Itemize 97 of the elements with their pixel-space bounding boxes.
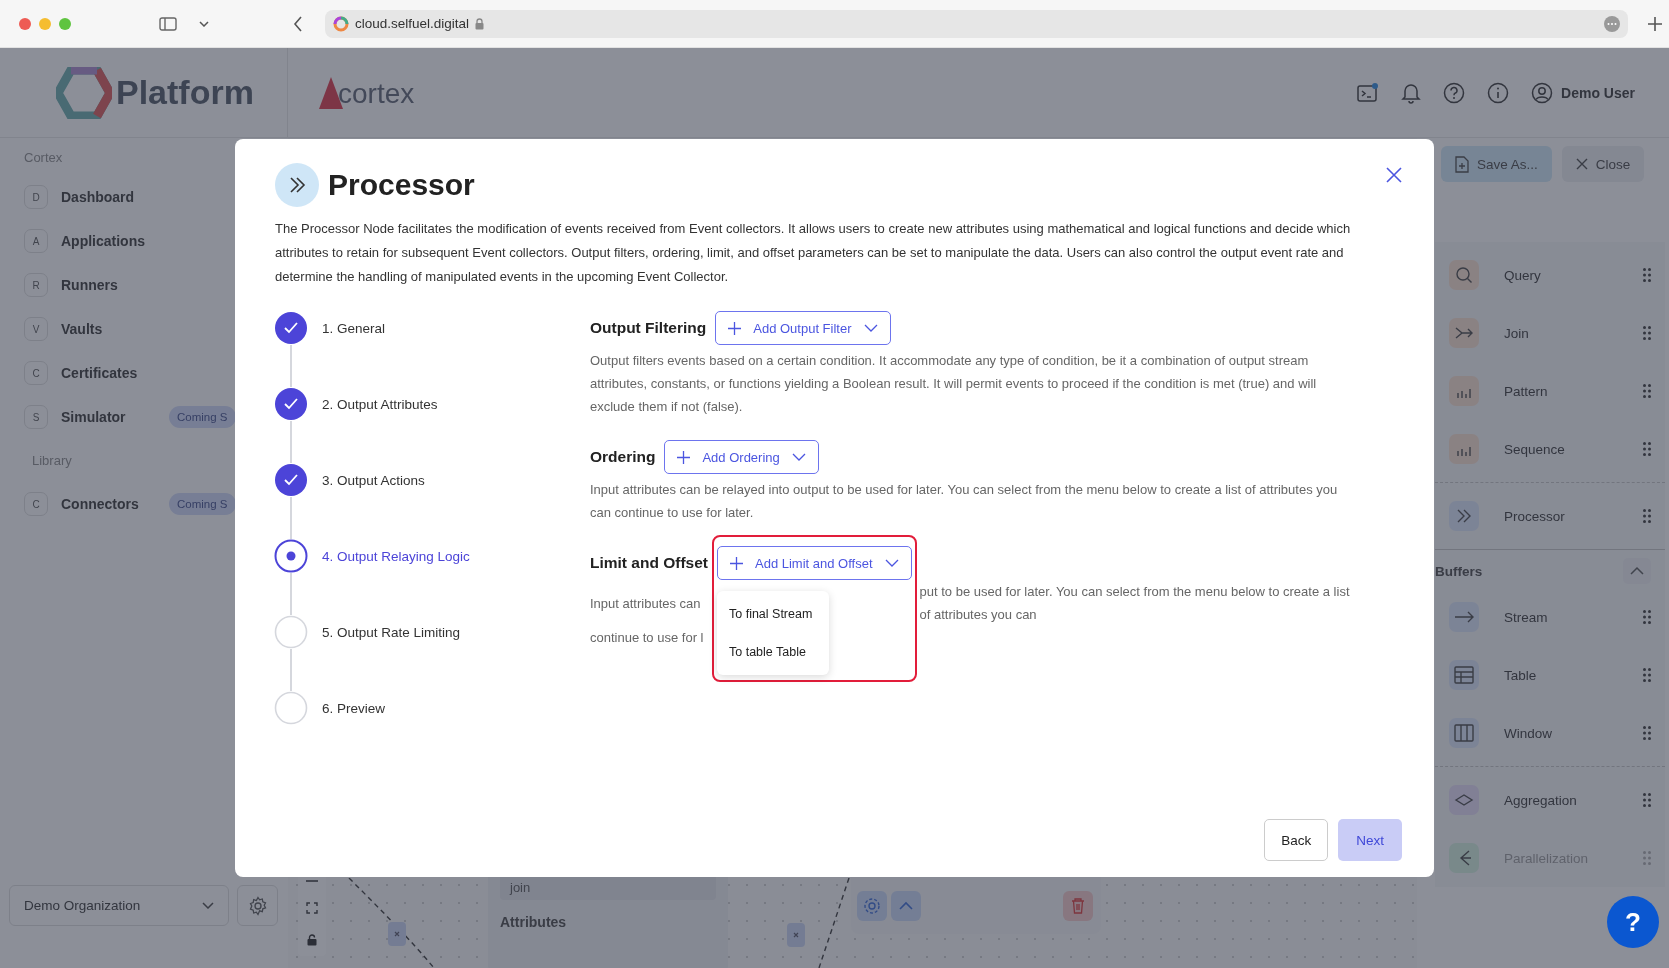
terminal-icon[interactable] [1357, 82, 1380, 103]
section-label: Buffers [1435, 563, 1483, 579]
add-dropdown-button[interactable]: Add Limit and Offset [717, 546, 912, 580]
drag-handle-icon[interactable] [1643, 268, 1651, 282]
new-tab-icon[interactable] [1648, 16, 1662, 31]
drag-handle-icon[interactable] [1643, 726, 1651, 740]
section-title: Output Filtering [590, 319, 707, 337]
add-dropdown-button[interactable]: Add Ordering [664, 440, 819, 474]
file-plus-icon [1455, 155, 1469, 173]
palette-item[interactable]: Table [1435, 646, 1665, 704]
plus-icon [728, 321, 742, 335]
close-icon[interactable] [1386, 167, 1402, 183]
window-controls-icon[interactable] [19, 17, 71, 30]
url-text: cloud.selfuel.digital [355, 16, 470, 31]
step-label[interactable]: 2. Output Attributes [322, 396, 438, 412]
dialog-title: Processor [328, 168, 475, 202]
palette-item[interactable]: Window [1435, 704, 1665, 762]
section-description: Output filters events based on a certain condition. It accommodate any type of condition, be it a combination of output stream attributes, constants, or functions yielding a Boolean result. It will permit events to proceed if the condition is met (true) and will exclude them if not (false). [590, 352, 1318, 416]
footer-button[interactable]: Next [1338, 819, 1402, 861]
palette-item[interactable]: Pattern [1435, 362, 1665, 420]
hexagon-logo-icon [56, 66, 112, 119]
toolbar-button[interactable]: Close [1561, 146, 1645, 182]
user-icon [1531, 81, 1554, 104]
menu-item[interactable]: To final Stream [717, 595, 829, 633]
table-icon [1449, 660, 1479, 690]
section-description: Input attributes can be relayed into output to be used for later. You can select from the menu below to create a list of attributes you can continue to use for later. [590, 481, 1339, 522]
sidebar-item[interactable]: S Simulator Coming S [0, 395, 288, 439]
sidebar-item[interactable]: V Vaults [0, 307, 288, 351]
drag-handle-icon[interactable] [1643, 610, 1651, 624]
add-dropdown-button[interactable]: Add Output Filter [715, 311, 891, 345]
more-icon[interactable] [1604, 15, 1620, 32]
address-bar[interactable]: cloud.selfuel.digital [325, 9, 1628, 38]
sidebar-toggle-icon[interactable] [159, 16, 177, 31]
settings-icon[interactable] [857, 891, 887, 921]
section-description: continue to use for l [590, 629, 705, 647]
menu-item[interactable]: To table Table [717, 633, 829, 671]
chevron-down-icon[interactable] [199, 20, 209, 27]
step-label[interactable]: 6. Preview [322, 700, 386, 716]
chevron-up-icon[interactable] [891, 891, 921, 921]
bell-icon[interactable] [1401, 81, 1422, 104]
pattern-icon [1449, 376, 1479, 406]
sequence-icon [1449, 434, 1479, 464]
drag-handle-icon[interactable] [1643, 509, 1651, 523]
product-name: cortex [338, 77, 415, 110]
section-description: Input attributes can [590, 594, 702, 613]
info-icon[interactable] [1487, 81, 1510, 104]
plus-icon [730, 556, 743, 570]
palette-item[interactable]: Aggregation [1435, 771, 1665, 829]
drag-handle-icon[interactable] [1643, 384, 1651, 398]
window-icon [1449, 718, 1479, 748]
join-icon [1449, 318, 1479, 348]
palette-item[interactable]: Join [1435, 304, 1665, 362]
branch-icon [1449, 843, 1479, 873]
sidebar-item[interactable]: D Dashboard [0, 175, 288, 219]
chevron-down-icon [791, 453, 806, 461]
lock-icon [475, 17, 485, 30]
sidebar-item[interactable]: C Certificates [0, 351, 288, 395]
sidebar-item[interactable]: C Connectors Coming S [0, 482, 288, 526]
organization-dropdown[interactable]: Demo Organization [9, 885, 229, 926]
stream-icon [1449, 602, 1479, 632]
footer-button[interactable]: Back [1264, 819, 1329, 861]
drag-handle-icon[interactable] [1643, 668, 1651, 682]
back-icon[interactable] [293, 15, 303, 32]
section-title: Ordering [590, 448, 656, 466]
logo-text: Platform [116, 73, 254, 112]
step-label[interactable]: 5. Output Rate Limiting [322, 624, 461, 640]
processor-icon [1449, 501, 1479, 531]
help-icon[interactable] [1443, 81, 1466, 104]
chevron-down-icon [202, 902, 214, 909]
plus-icon [677, 450, 691, 464]
step-label[interactable]: 4. Output Relaying Logic [322, 548, 470, 564]
palette-item[interactable]: Stream [1435, 588, 1665, 646]
fullscreen-icon[interactable] [306, 902, 318, 914]
user-menu[interactable]: Demo User [1531, 81, 1635, 104]
lock-icon[interactable] [307, 934, 317, 946]
site-icon [333, 15, 349, 32]
step-label[interactable]: 3. Output Actions [322, 472, 425, 488]
settings-icon [247, 895, 268, 916]
attributes-label: Attributes [500, 914, 568, 930]
drag-handle-icon[interactable] [1643, 326, 1651, 340]
palette-item[interactable]: Processor [1435, 487, 1665, 545]
section-title: Limit and Offset [590, 554, 708, 572]
chevron-down-icon [863, 324, 878, 332]
chevron-down-icon [884, 559, 899, 567]
settings-button[interactable] [237, 885, 278, 926]
trash-icon[interactable] [1063, 891, 1093, 921]
drag-handle-icon[interactable] [1643, 793, 1651, 807]
toolbar-button[interactable]: Save As... [1441, 146, 1552, 182]
section-description: put to be used for later. You can select from the menu below to create a list of attributes you can [918, 583, 1351, 624]
double-chevron-icon [275, 163, 319, 207]
step-label[interactable]: 1. General [322, 320, 386, 336]
palette-item[interactable]: Sequence [1435, 420, 1665, 478]
query-icon [1449, 260, 1479, 290]
close-icon [1575, 158, 1588, 170]
dialog-description: The Processor Node facilitates the modification of events received from Event collectors. It allows users to create new attributes using mathematical and logical functions and decide which attributes to retain for subsequent Event collectors. Output filters, ordering, limit, and offset parameters can be set to manipulate the data. Users can also control the output event rate and determine the handling of manipulated events in the upcoming Event Collector. [275, 220, 1352, 286]
drag-handle-icon[interactable] [1643, 442, 1651, 456]
palette-item[interactable]: Query [1435, 246, 1665, 304]
